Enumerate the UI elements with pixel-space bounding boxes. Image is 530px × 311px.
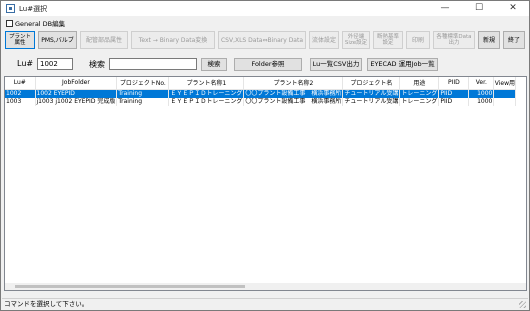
table-cell: j1003 j1002 EYEPID 完成版 — [35, 97, 118, 106]
horizontal-scrollbar[interactable] — [5, 283, 526, 290]
column-header[interactable]: PIID — [438, 77, 470, 90]
flow-setting-button[interactable]: 流体設定 — [309, 31, 339, 49]
scrollbar-thumb[interactable] — [15, 285, 245, 288]
table-cell: 1002 EYEPID — [35, 89, 118, 98]
table-header-row: Lu# JobFolder プロジェクトNo. プラント名称1 プラント名称2 … — [5, 77, 517, 90]
csv-xls-binary-button[interactable]: CSV,XLS Data⇔Binary Data — [218, 31, 306, 49]
search-button[interactable]: 検索 — [201, 58, 227, 71]
folder-browse-button[interactable]: Folder参照 — [234, 58, 302, 71]
standard-data-output-button[interactable]: 各種標準Data 出力 — [433, 31, 475, 49]
table-cell: 1000 — [468, 97, 495, 106]
table-cell: 〇〇プラント設備工事 横浜事務所 — [243, 97, 344, 106]
text-binary-convert-button[interactable]: Text → Binary Data変換 — [131, 31, 215, 49]
table-cell: ＥＹＥＰＩＤトレーニング — [168, 89, 245, 98]
table-cell: トレーニング — [399, 97, 440, 106]
status-bar: コマンドを選択して下さい。 — [2, 298, 528, 310]
plant-attribute-button[interactable]: プラント属性 — [5, 31, 35, 49]
column-header[interactable]: プロジェクト名 — [342, 77, 401, 90]
table-cell: Training — [116, 97, 170, 106]
piping-attribute-button[interactable]: 配管部品属性 — [80, 31, 128, 49]
column-header[interactable]: Lu# — [5, 77, 36, 90]
table-cell: 〇〇プラント設備工事 横浜事務所 — [243, 89, 344, 98]
search-input[interactable] — [109, 58, 197, 70]
table-cell: PIID — [438, 97, 470, 106]
new-button[interactable]: 新規 — [478, 31, 500, 49]
general-db-checkbox-row[interactable]: General DB編集 — [6, 18, 65, 28]
lu-label: Lu# — [17, 59, 34, 68]
column-header[interactable]: JobFolder — [35, 77, 118, 90]
minimize-icon[interactable]: — — [433, 1, 457, 16]
column-header[interactable]: プラント名称1 — [168, 77, 245, 90]
lu-list-csv-button[interactable]: Lu一覧CSV出力 — [310, 58, 362, 71]
table-cell: 1002 — [5, 89, 36, 98]
table-cell: Training — [116, 89, 170, 98]
column-header[interactable]: View用 — [493, 77, 517, 90]
window-title: Lu#選択 — [19, 5, 48, 13]
table-cell: 1003 — [5, 97, 36, 106]
column-header[interactable]: プラント名称2 — [243, 77, 344, 90]
table-cell: ＥＹＥＰＩＤトレーニング — [168, 97, 245, 106]
column-header[interactable]: プロジェクトNo. — [116, 77, 170, 90]
outer-diameter-size-button[interactable]: 外径端 Size設定 — [342, 31, 370, 49]
exit-button[interactable]: 終了 — [503, 31, 525, 49]
print-button[interactable]: 印刷 — [406, 31, 430, 49]
table-cell: トレーニング — [399, 89, 440, 98]
column-header[interactable]: 用途 — [399, 77, 440, 90]
table-cell: 1000 — [468, 89, 495, 98]
search-label: 検索 — [89, 60, 105, 69]
table-cell: PIID — [438, 89, 470, 98]
status-text: コマンドを選択して下さい。 — [4, 300, 89, 308]
table-cell: チュートリアル受講 — [342, 97, 401, 106]
general-db-label: General DB編集 — [15, 20, 66, 28]
app-window: Lu#選択 — ☐ ✕ General DB編集 プラント属性 PMS,バルブ … — [0, 0, 530, 311]
title-bar: Lu#選択 — ☐ ✕ — [1, 1, 529, 16]
resize-grip-icon[interactable] — [519, 301, 526, 308]
table-cell — [493, 97, 517, 106]
app-icon — [6, 4, 15, 13]
lu-table-body: Lu# JobFolder プロジェクトNo. プラント名称1 プラント名称2 … — [5, 77, 517, 106]
close-icon[interactable]: ✕ — [501, 1, 525, 16]
table-cell: チュートリアル受講 — [342, 89, 401, 98]
table-row[interactable]: 1002 1002 EYEPID Training ＥＹＥＰＩＤトレーニング 〇… — [5, 89, 517, 98]
eyecad-job-list-button[interactable]: EYECAD 運用Job一覧 — [367, 58, 438, 71]
table-row[interactable]: 1003 j1003 j1002 EYEPID 完成版 Training ＥＹＥ… — [5, 97, 517, 106]
table-cell — [493, 89, 517, 98]
lu-table[interactable]: Lu# JobFolder プロジェクトNo. プラント名称1 プラント名称2 … — [4, 76, 527, 291]
insulation-standard-button[interactable]: 断熱基準 設定 — [373, 31, 403, 49]
lu-number-input[interactable]: 1002 — [37, 58, 73, 70]
maximize-icon[interactable]: ☐ — [467, 1, 491, 16]
column-header[interactable]: Ver. — [468, 77, 495, 90]
general-db-checkbox[interactable] — [6, 19, 13, 27]
pms-valve-button[interactable]: PMS,バルブ — [38, 31, 77, 49]
